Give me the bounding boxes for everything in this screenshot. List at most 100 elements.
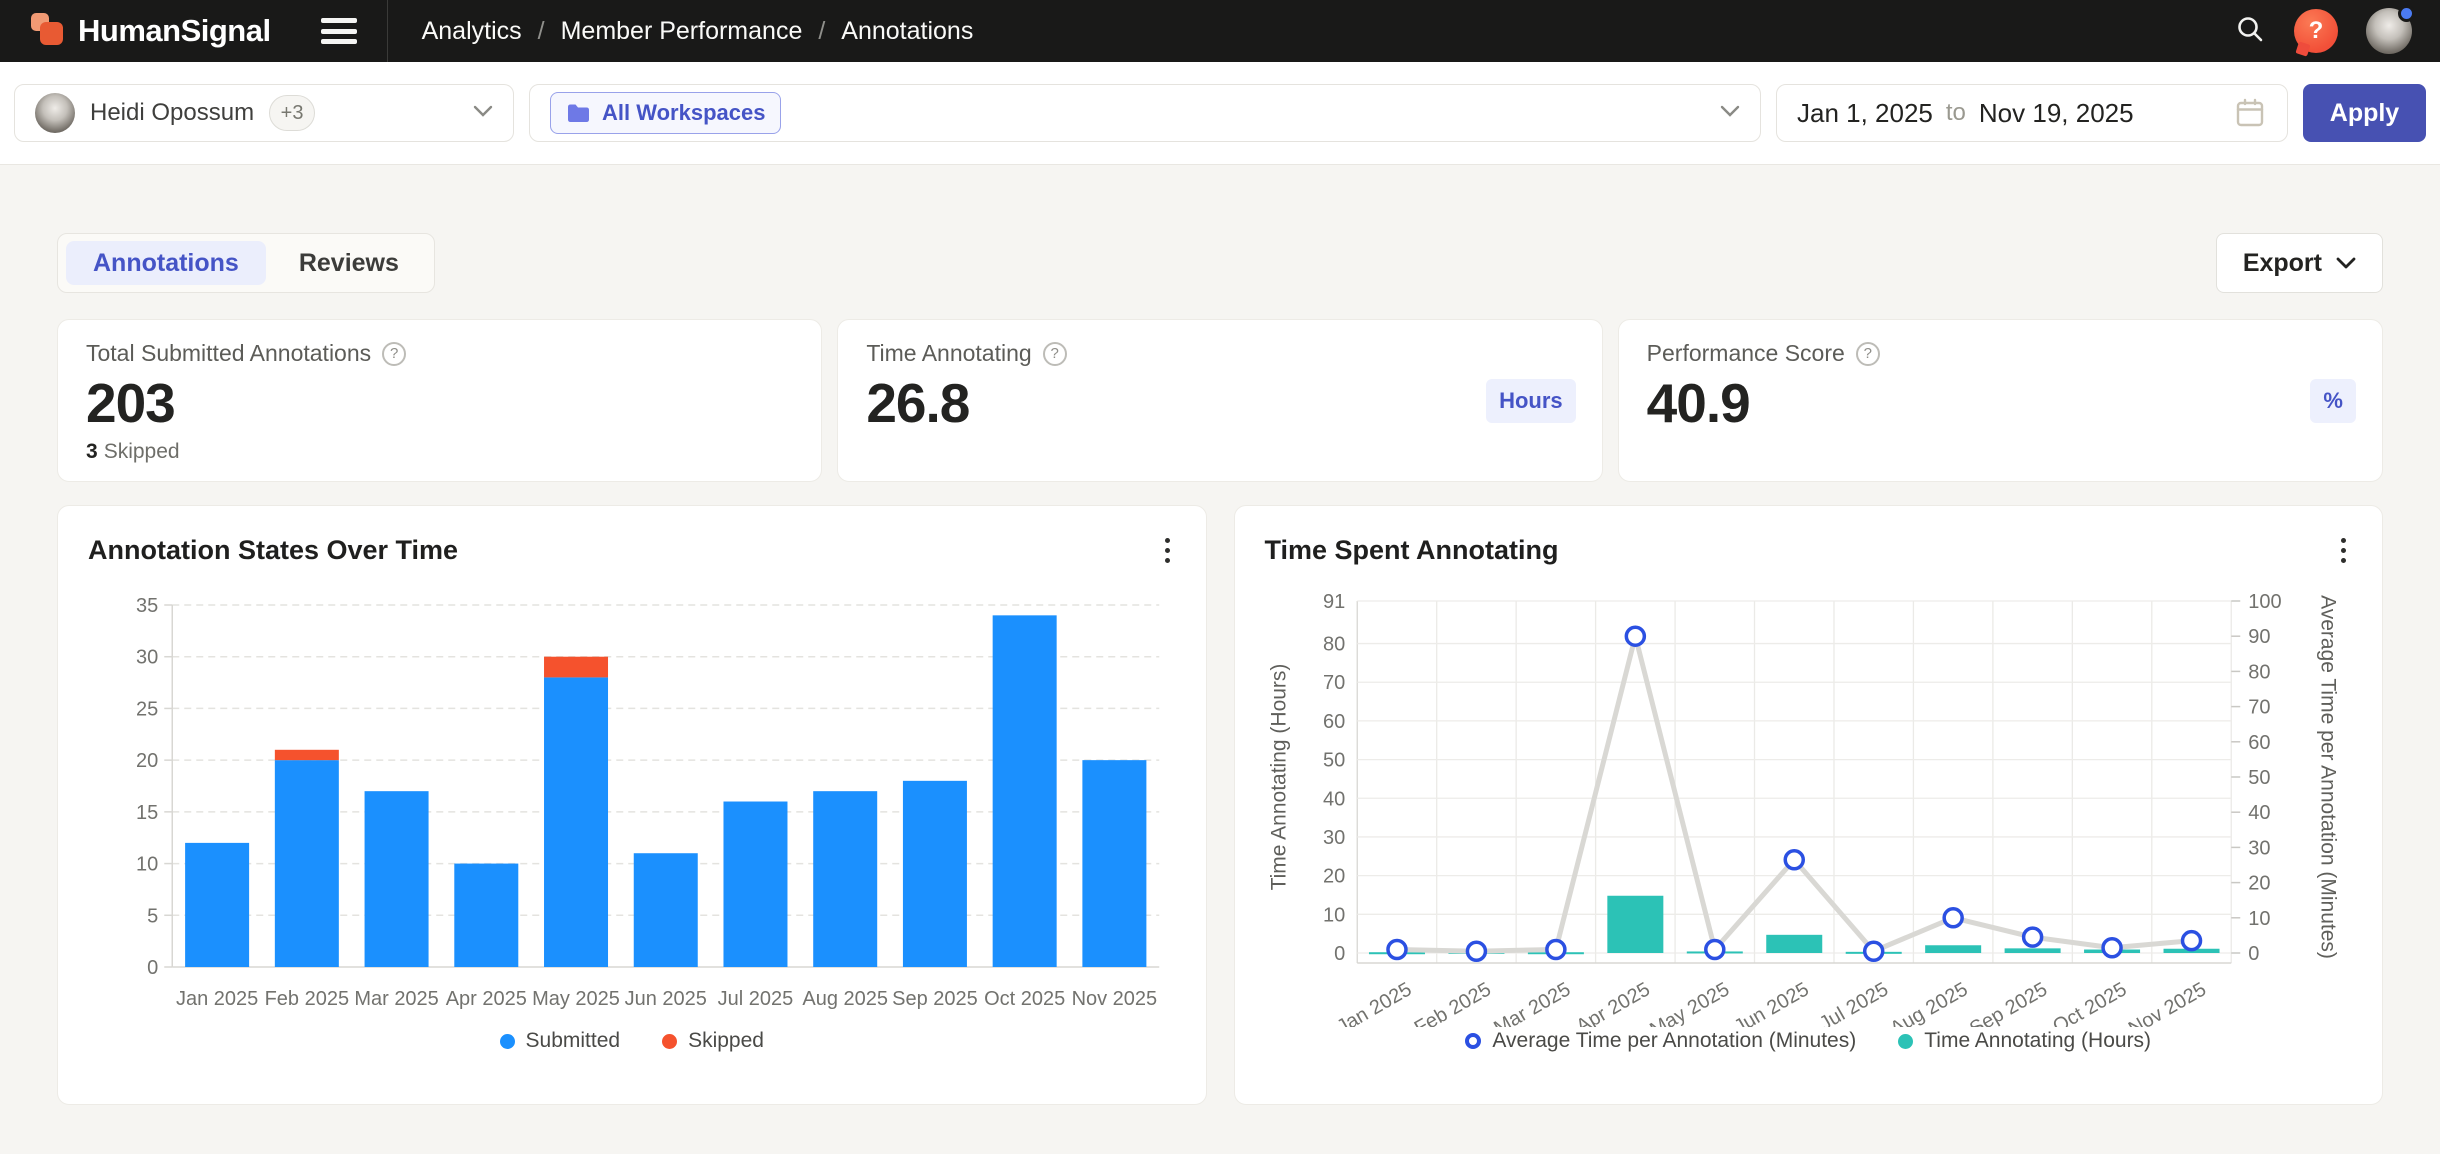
date-separator: to: [1946, 99, 1966, 127]
legend-label: Time Annotating (Hours): [1924, 1029, 2151, 1053]
top-navbar: HumanSignal Analytics / Member Performan…: [0, 0, 2440, 62]
svg-text:5: 5: [147, 905, 158, 927]
legend-item-avg-time[interactable]: Average Time per Annotation (Minutes): [1465, 1029, 1856, 1053]
legend-dot-submitted: [500, 1034, 515, 1049]
svg-text:Mar 2025: Mar 2025: [354, 988, 439, 1010]
svg-text:60: 60: [2248, 732, 2270, 754]
svg-text:Jan 2025: Jan 2025: [1333, 978, 1415, 1027]
chart-title: Time Spent Annotating: [1265, 535, 1559, 566]
help-bubble-icon[interactable]: ?: [2294, 9, 2338, 53]
export-button-label: Export: [2243, 249, 2322, 278]
stat-value: 203: [86, 371, 793, 435]
svg-text:20: 20: [1323, 866, 1345, 888]
chevron-down-icon: [473, 104, 493, 122]
svg-text:40: 40: [1323, 788, 1345, 810]
legend-ring-avg-time: [1465, 1033, 1481, 1049]
brand-name: HumanSignal: [78, 13, 271, 49]
svg-text:100: 100: [2248, 591, 2281, 613]
svg-text:Mar 2025: Mar 2025: [1490, 978, 1574, 1027]
svg-text:May 2025: May 2025: [1646, 978, 1733, 1027]
svg-text:Apr 2025: Apr 2025: [446, 988, 527, 1010]
svg-text:10: 10: [2248, 908, 2270, 930]
stat-unit-badge: Hours: [1486, 379, 1576, 423]
member-extra-count-badge: +3: [269, 95, 315, 131]
svg-text:Oct 2025: Oct 2025: [984, 988, 1065, 1010]
svg-text:Time Annotating (Hours): Time Annotating (Hours): [1267, 664, 1290, 891]
annotation-states-chart: 05101520253035Jan 2025Feb 2025Mar 2025Ap…: [88, 577, 1176, 1027]
legend-item-submitted[interactable]: Submitted: [500, 1029, 621, 1053]
workspace-chip[interactable]: All Workspaces: [550, 92, 781, 134]
svg-text:20: 20: [136, 750, 158, 772]
svg-text:0: 0: [2248, 943, 2259, 965]
svg-text:35: 35: [136, 595, 158, 617]
member-name: Heidi Opossum: [90, 99, 254, 127]
breadcrumb-separator: /: [538, 17, 545, 46]
legend-dot-skipped: [662, 1034, 677, 1049]
filter-bar: Heidi Opossum +3 All Workspaces Jan 1, 2…: [0, 62, 2440, 165]
search-icon[interactable]: [2234, 13, 2266, 50]
folder-icon: [566, 103, 591, 124]
stat-title: Total Submitted Annotations: [86, 340, 371, 367]
member-select[interactable]: Heidi Opossum +3: [14, 84, 514, 142]
svg-text:Nov 2025: Nov 2025: [2124, 978, 2209, 1027]
chevron-down-icon: [1720, 104, 1740, 122]
svg-text:70: 70: [1323, 672, 1345, 694]
main-content: Annotations Reviews Export Total Submitt…: [0, 233, 2440, 1105]
svg-text:Sep 2025: Sep 2025: [892, 988, 978, 1010]
svg-text:50: 50: [1323, 750, 1345, 772]
legend-dot-time-annotating: [1898, 1034, 1913, 1049]
member-avatar: [35, 93, 75, 133]
navbar-divider: [387, 0, 388, 62]
svg-text:Jul 2025: Jul 2025: [718, 988, 794, 1010]
calendar-icon: [2233, 96, 2267, 130]
legend-label: Submitted: [526, 1029, 621, 1053]
svg-text:10: 10: [1323, 904, 1345, 926]
stat-card-time-annotating: Time Annotating ? 26.8 Hours: [837, 319, 1602, 482]
breadcrumb-analytics[interactable]: Analytics: [422, 17, 522, 46]
svg-text:20: 20: [2248, 873, 2270, 895]
svg-text:40: 40: [2248, 802, 2270, 824]
legend-item-skipped[interactable]: Skipped: [662, 1029, 764, 1053]
svg-text:0: 0: [1334, 943, 1345, 965]
export-button[interactable]: Export: [2216, 233, 2383, 293]
user-avatar[interactable]: [2366, 8, 2412, 54]
workspace-select[interactable]: All Workspaces: [529, 84, 1761, 142]
breadcrumb-separator: /: [818, 17, 825, 46]
tab-annotations[interactable]: Annotations: [66, 241, 266, 285]
help-circle-icon[interactable]: ?: [1856, 342, 1880, 366]
status-dot: [2398, 5, 2415, 22]
svg-text:Oct 2025: Oct 2025: [2049, 978, 2130, 1027]
kebab-menu-icon[interactable]: [2335, 532, 2352, 569]
svg-text:Jul 2025: Jul 2025: [1815, 978, 1891, 1027]
svg-text:Feb 2025: Feb 2025: [265, 988, 350, 1010]
svg-text:0: 0: [147, 957, 158, 979]
svg-text:Jun 2025: Jun 2025: [625, 988, 707, 1010]
svg-text:70: 70: [2248, 697, 2270, 719]
help-circle-icon[interactable]: ?: [382, 342, 406, 366]
breadcrumb: Analytics / Member Performance / Annotat…: [422, 17, 974, 46]
stat-card-performance-score: Performance Score ? 40.9 %: [1618, 319, 2383, 482]
svg-text:60: 60: [1323, 711, 1345, 733]
chart-title: Annotation States Over Time: [88, 535, 458, 566]
brand-logo[interactable]: HumanSignal: [28, 10, 271, 53]
chart-card-annotation-states: Annotation States Over Time 051015202530…: [57, 505, 1207, 1105]
svg-text:15: 15: [136, 802, 158, 824]
breadcrumb-annotations: Annotations: [841, 17, 973, 46]
tab-reviews[interactable]: Reviews: [272, 241, 426, 285]
date-range-picker[interactable]: Jan 1, 2025 to Nov 19, 2025: [1776, 84, 2288, 142]
svg-text:91: 91: [1323, 591, 1345, 613]
workspace-chip-label: All Workspaces: [602, 100, 765, 126]
breadcrumb-member-performance[interactable]: Member Performance: [561, 17, 803, 46]
legend-item-time-annotating[interactable]: Time Annotating (Hours): [1898, 1029, 2151, 1053]
svg-text:Nov 2025: Nov 2025: [1072, 988, 1158, 1010]
help-circle-icon[interactable]: ?: [1043, 342, 1067, 366]
svg-text:30: 30: [136, 647, 158, 669]
kebab-menu-icon[interactable]: [1159, 532, 1176, 569]
tab-group: Annotations Reviews: [57, 233, 435, 293]
svg-text:Jun 2025: Jun 2025: [1730, 978, 1812, 1027]
date-end: Nov 19, 2025: [1979, 98, 2134, 129]
apply-button[interactable]: Apply: [2303, 84, 2426, 142]
hamburger-menu-icon[interactable]: [321, 18, 357, 44]
svg-text:25: 25: [136, 698, 158, 720]
svg-text:Average Time per Annotation (M: Average Time per Annotation (Minutes): [2316, 595, 2339, 959]
